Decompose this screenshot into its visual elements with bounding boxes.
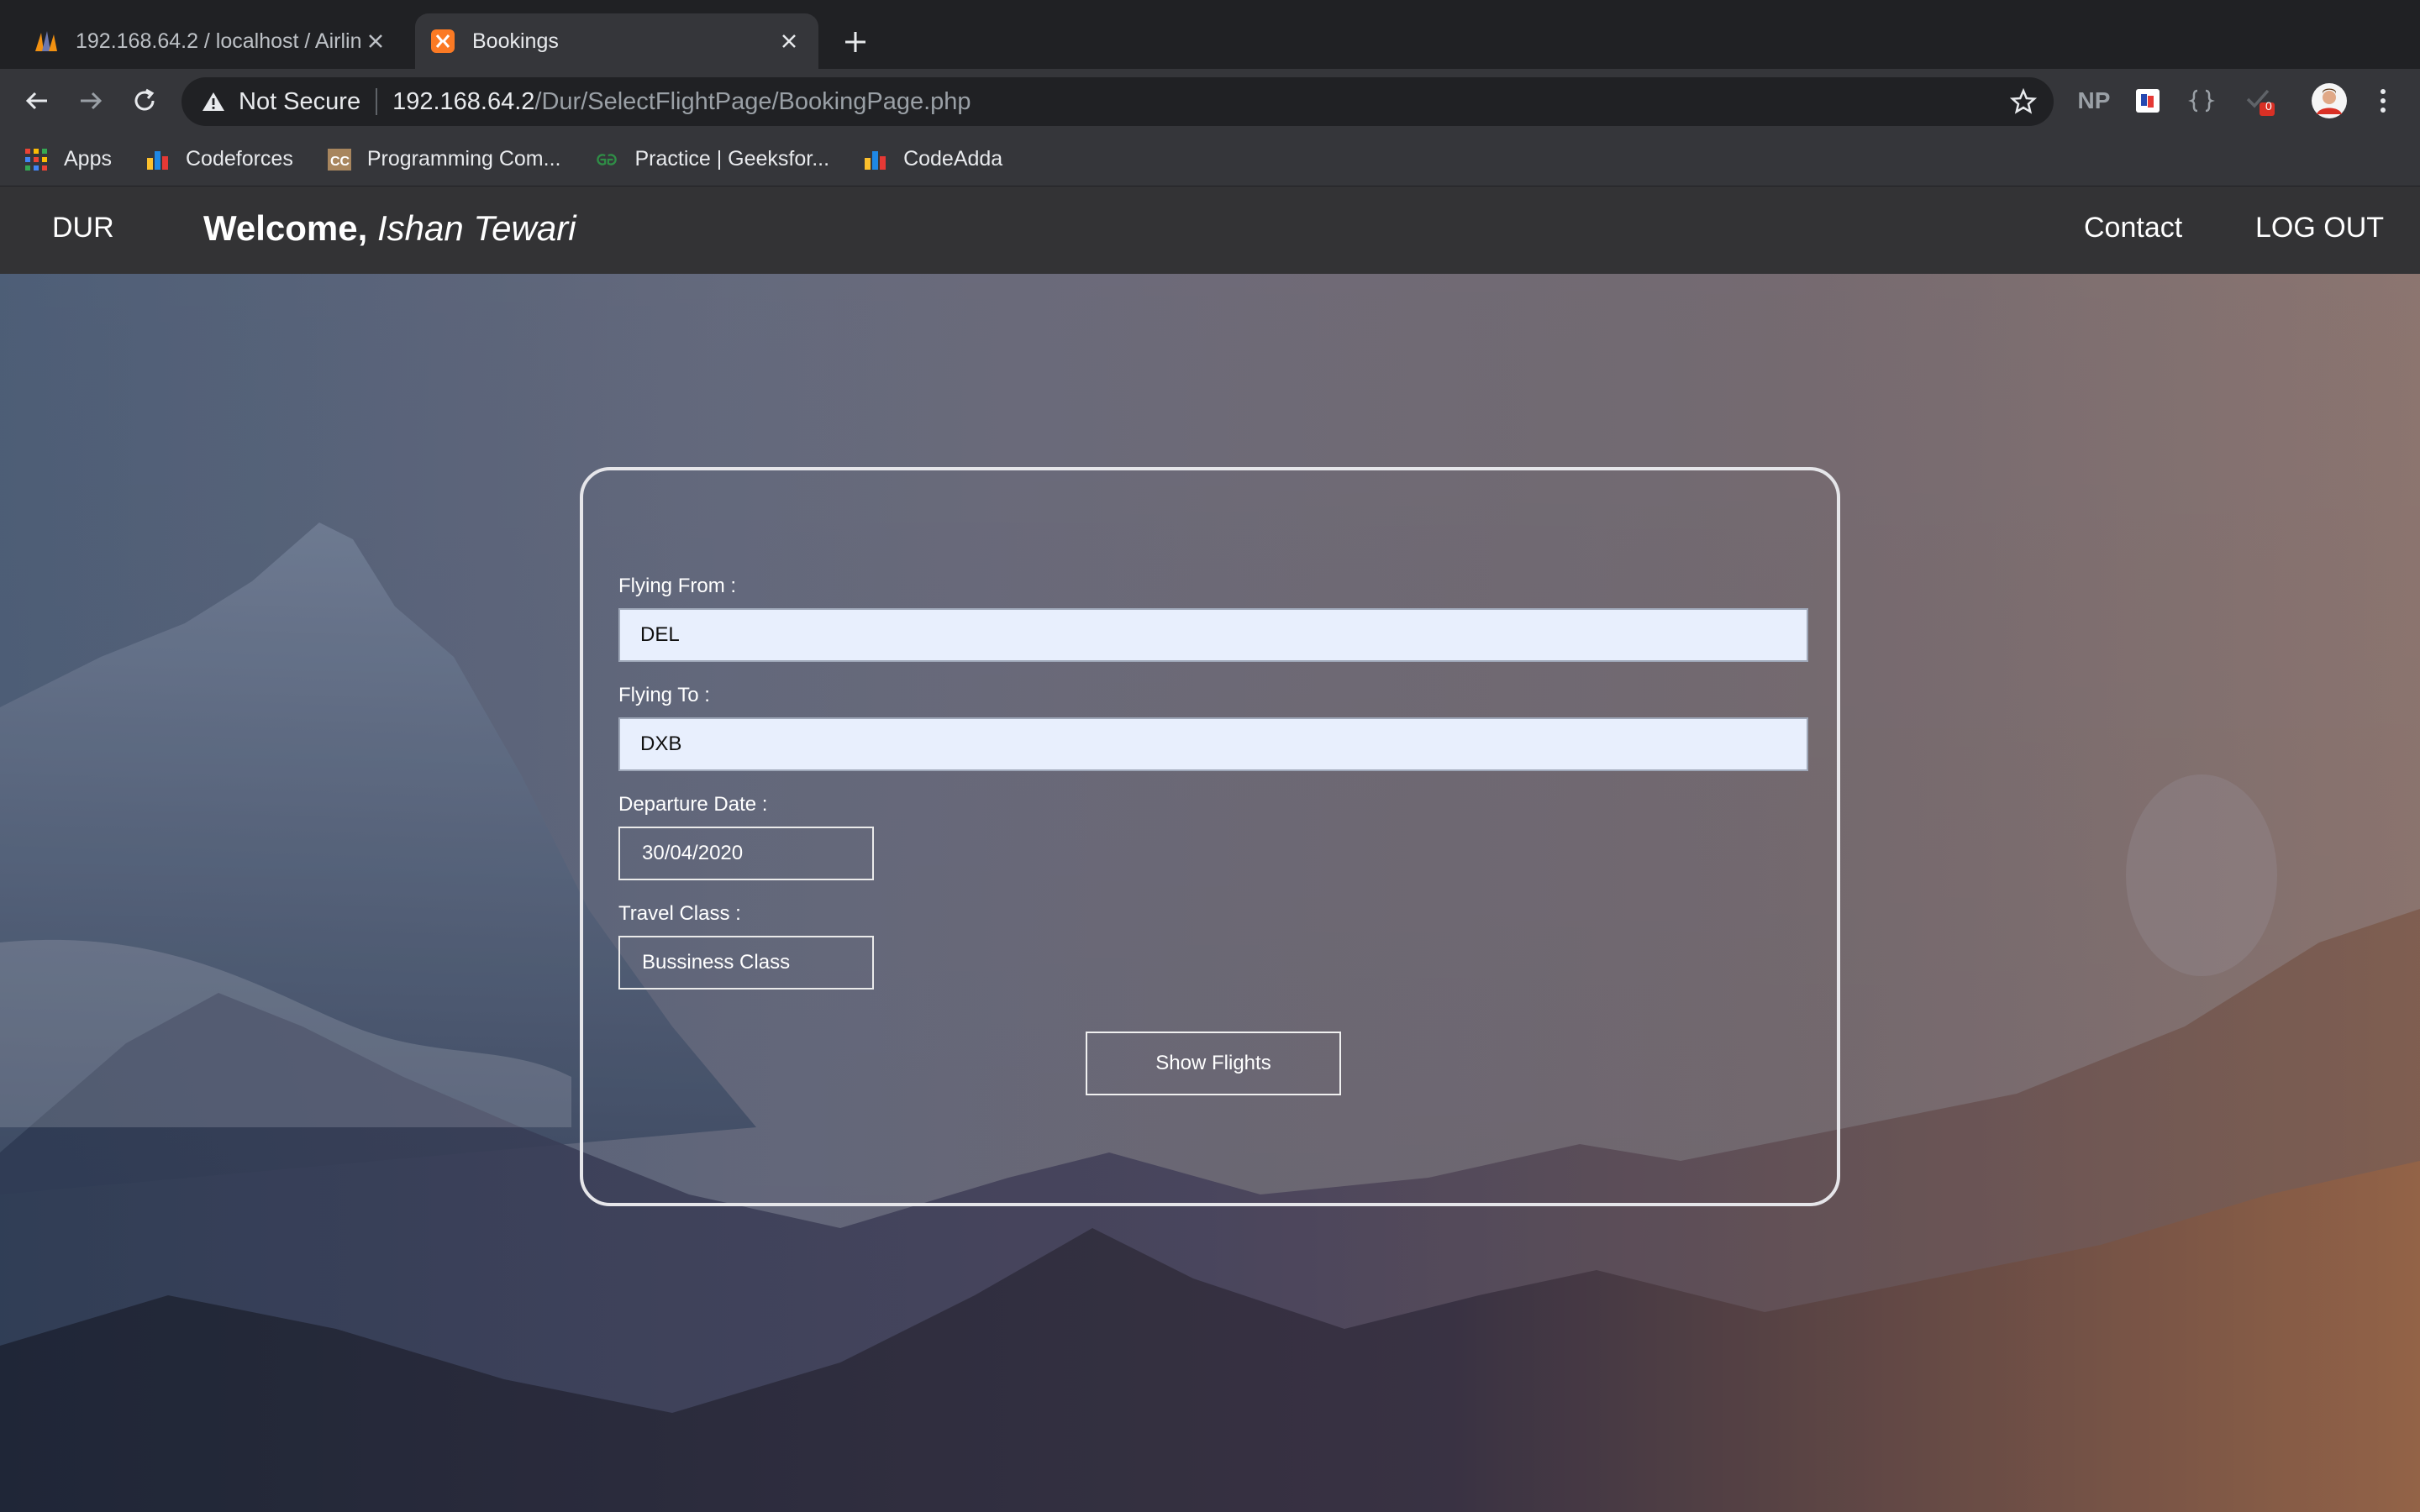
- departure-date-label: Departure Date :: [618, 793, 768, 816]
- browser-tabstrip: 192.168.64.2 / localhost / Airline Booki…: [0, 0, 2420, 69]
- flying-from-label: Flying From :: [618, 575, 737, 597]
- flying-from-value: DEL: [640, 623, 680, 646]
- warning-triangle-icon[interactable]: [198, 87, 229, 117]
- apps-grid-icon: [24, 147, 49, 172]
- back-arrow-icon[interactable]: [18, 82, 55, 119]
- phpmyadmin-icon: [32, 27, 60, 55]
- xampp-icon: [429, 27, 457, 55]
- close-tab-icon[interactable]: [361, 27, 390, 55]
- codeforces-icon: [145, 147, 171, 172]
- bookmark-label: Practice | Geeksfor...: [634, 147, 830, 171]
- svg-text:CC: CC: [330, 155, 350, 169]
- flight-search-card: Flying From : DEL Flying To : DXB Depart…: [580, 467, 1840, 1206]
- travel-class-label: Travel Class :: [618, 902, 741, 925]
- flying-to-value: DXB: [640, 732, 682, 755]
- new-tab-plus-icon[interactable]: [839, 25, 872, 59]
- codeadda-icon: [863, 147, 888, 172]
- flying-to-input[interactable]: DXB: [618, 717, 1808, 771]
- browser-tab-phpmyadmin[interactable]: 192.168.64.2 / localhost / Airline: [18, 13, 405, 69]
- nav-logout-link[interactable]: LOG OUT: [2255, 212, 2384, 244]
- tab-title: Bookings: [472, 29, 559, 53]
- geeksforgeeks-icon: [594, 147, 619, 172]
- bookmark-apps[interactable]: Apps: [24, 147, 112, 172]
- bookmark-label: Apps: [64, 147, 112, 171]
- site-brand[interactable]: DUR: [52, 212, 114, 244]
- bookmark-label: CodeAdda: [903, 147, 1003, 171]
- welcome-prefix: Welcome,: [203, 208, 368, 248]
- url-path: /Dur/SelectFlightPage/BookingPage.php: [534, 87, 971, 115]
- bookmark-geeksforgeeks[interactable]: Practice | Geeksfor...: [594, 147, 829, 172]
- flag-extension-icon[interactable]: [2129, 82, 2166, 119]
- browser-toolbar: Not Secure 192.168.64.2 /Dur/SelectFligh…: [0, 69, 2420, 133]
- flying-to-label: Flying To :: [618, 684, 710, 706]
- tab-title: 192.168.64.2 / localhost / Airline: [76, 29, 361, 53]
- bookmark-label: Programming Com...: [366, 147, 561, 171]
- url-host: 192.168.64.2: [392, 87, 535, 115]
- bookmarks-bar: Apps Codeforces CC Programming Com... Pr…: [0, 133, 2420, 186]
- np-extension-label: NP: [2077, 87, 2111, 113]
- travel-class-select[interactable]: Bussiness Class: [618, 936, 874, 990]
- bookmark-codeadda[interactable]: CodeAdda: [863, 147, 1002, 172]
- bookmark-codeforces[interactable]: Codeforces: [145, 147, 293, 172]
- user-name: Ishan Tewari: [376, 208, 576, 248]
- codechef-icon: CC: [327, 147, 352, 172]
- np-extension-icon[interactable]: NP: [2075, 82, 2112, 119]
- flying-from-input[interactable]: DEL: [618, 608, 1808, 662]
- kebab-menu-icon[interactable]: [2368, 82, 2398, 119]
- bookmark-star-icon[interactable]: [2008, 87, 2039, 117]
- json-braces-extension-icon[interactable]: [2183, 82, 2220, 119]
- extension-badge-count: 0: [2265, 99, 2272, 113]
- not-secure-label: Not Secure: [239, 87, 361, 115]
- booking-page: DUR Welcome, Ishan Tewari Contact LOG OU…: [0, 186, 2420, 1512]
- bookmark-label: Codeforces: [185, 147, 293, 171]
- address-separator: [376, 88, 378, 115]
- browser-tab-bookings[interactable]: Bookings: [415, 13, 818, 69]
- profile-avatar[interactable]: [2309, 82, 2349, 119]
- reload-icon[interactable]: [126, 82, 163, 119]
- address-bar[interactable]: Not Secure 192.168.64.2 /Dur/SelectFligh…: [182, 77, 2054, 126]
- close-tab-icon[interactable]: [775, 27, 803, 55]
- departure-date-value: 30/04/2020: [642, 842, 744, 864]
- departure-date-input[interactable]: 30/04/2020: [618, 827, 874, 880]
- task-checkmark-extension-icon[interactable]: 0: [2237, 82, 2282, 119]
- forward-arrow-icon[interactable]: [72, 82, 109, 119]
- travel-class-value: Bussiness Class: [642, 951, 791, 974]
- nav-contact-link[interactable]: Contact: [2084, 212, 2182, 244]
- bookmark-programming-com[interactable]: CC Programming Com...: [327, 147, 561, 172]
- welcome-message: Welcome, Ishan Tewari: [203, 208, 576, 249]
- site-header: DUR Welcome, Ishan Tewari Contact LOG OU…: [0, 186, 2420, 274]
- show-flights-button[interactable]: Show Flights: [1086, 1032, 1341, 1095]
